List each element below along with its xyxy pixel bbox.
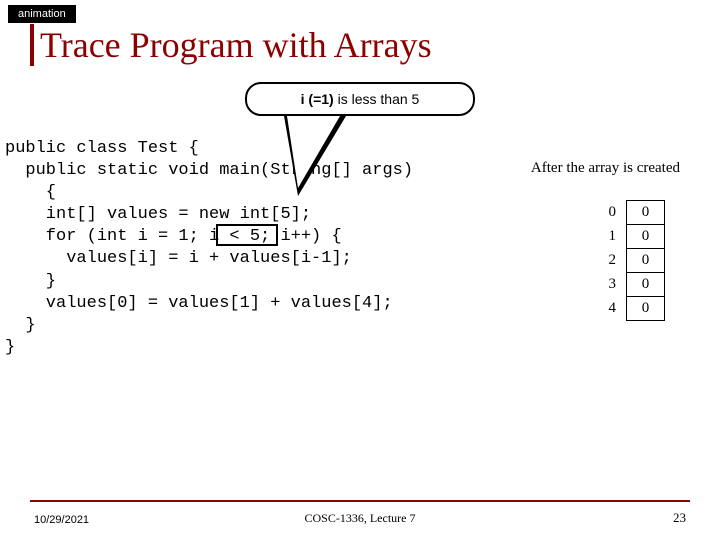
array-row: 2 0: [605, 249, 665, 273]
array-row: 1 0: [605, 225, 665, 249]
callout-suffix: 5: [412, 91, 420, 107]
array-index: 0: [605, 201, 627, 225]
array-index: 4: [605, 297, 627, 321]
array-value: 0: [627, 225, 665, 249]
array-value: 0: [627, 201, 665, 225]
array-index: 1: [605, 225, 627, 249]
footer-page-number: 23: [673, 510, 686, 526]
footer-center: COSC-1336, Lecture 7: [0, 511, 720, 526]
array-index: 3: [605, 273, 627, 297]
array-value: 0: [627, 297, 665, 321]
animation-tag: animation: [8, 5, 76, 23]
array-table: 0 0 1 0 2 0 3 0 4 0: [605, 200, 666, 321]
array-row: 0 0: [605, 201, 665, 225]
array-caption: After the array is created: [531, 160, 680, 177]
callout-mid: is less than: [334, 91, 412, 107]
slide-title: Trace Program with Arrays: [34, 24, 432, 66]
code-block: public class Test { public static void m…: [5, 138, 423, 359]
footer-divider: [30, 500, 690, 502]
array-row: 3 0: [605, 273, 665, 297]
callout-prefix: i (=1): [301, 91, 334, 107]
title-bar: Trace Program with Arrays: [30, 24, 432, 66]
array-value: 0: [627, 273, 665, 297]
array-index: 2: [605, 249, 627, 273]
callout-pointer-fill: [287, 116, 340, 188]
callout-bubble: i (=1) is less than 5: [245, 82, 475, 116]
array-value: 0: [627, 249, 665, 273]
array-row: 4 0: [605, 297, 665, 321]
callout-text: i (=1) is less than 5: [301, 91, 420, 107]
